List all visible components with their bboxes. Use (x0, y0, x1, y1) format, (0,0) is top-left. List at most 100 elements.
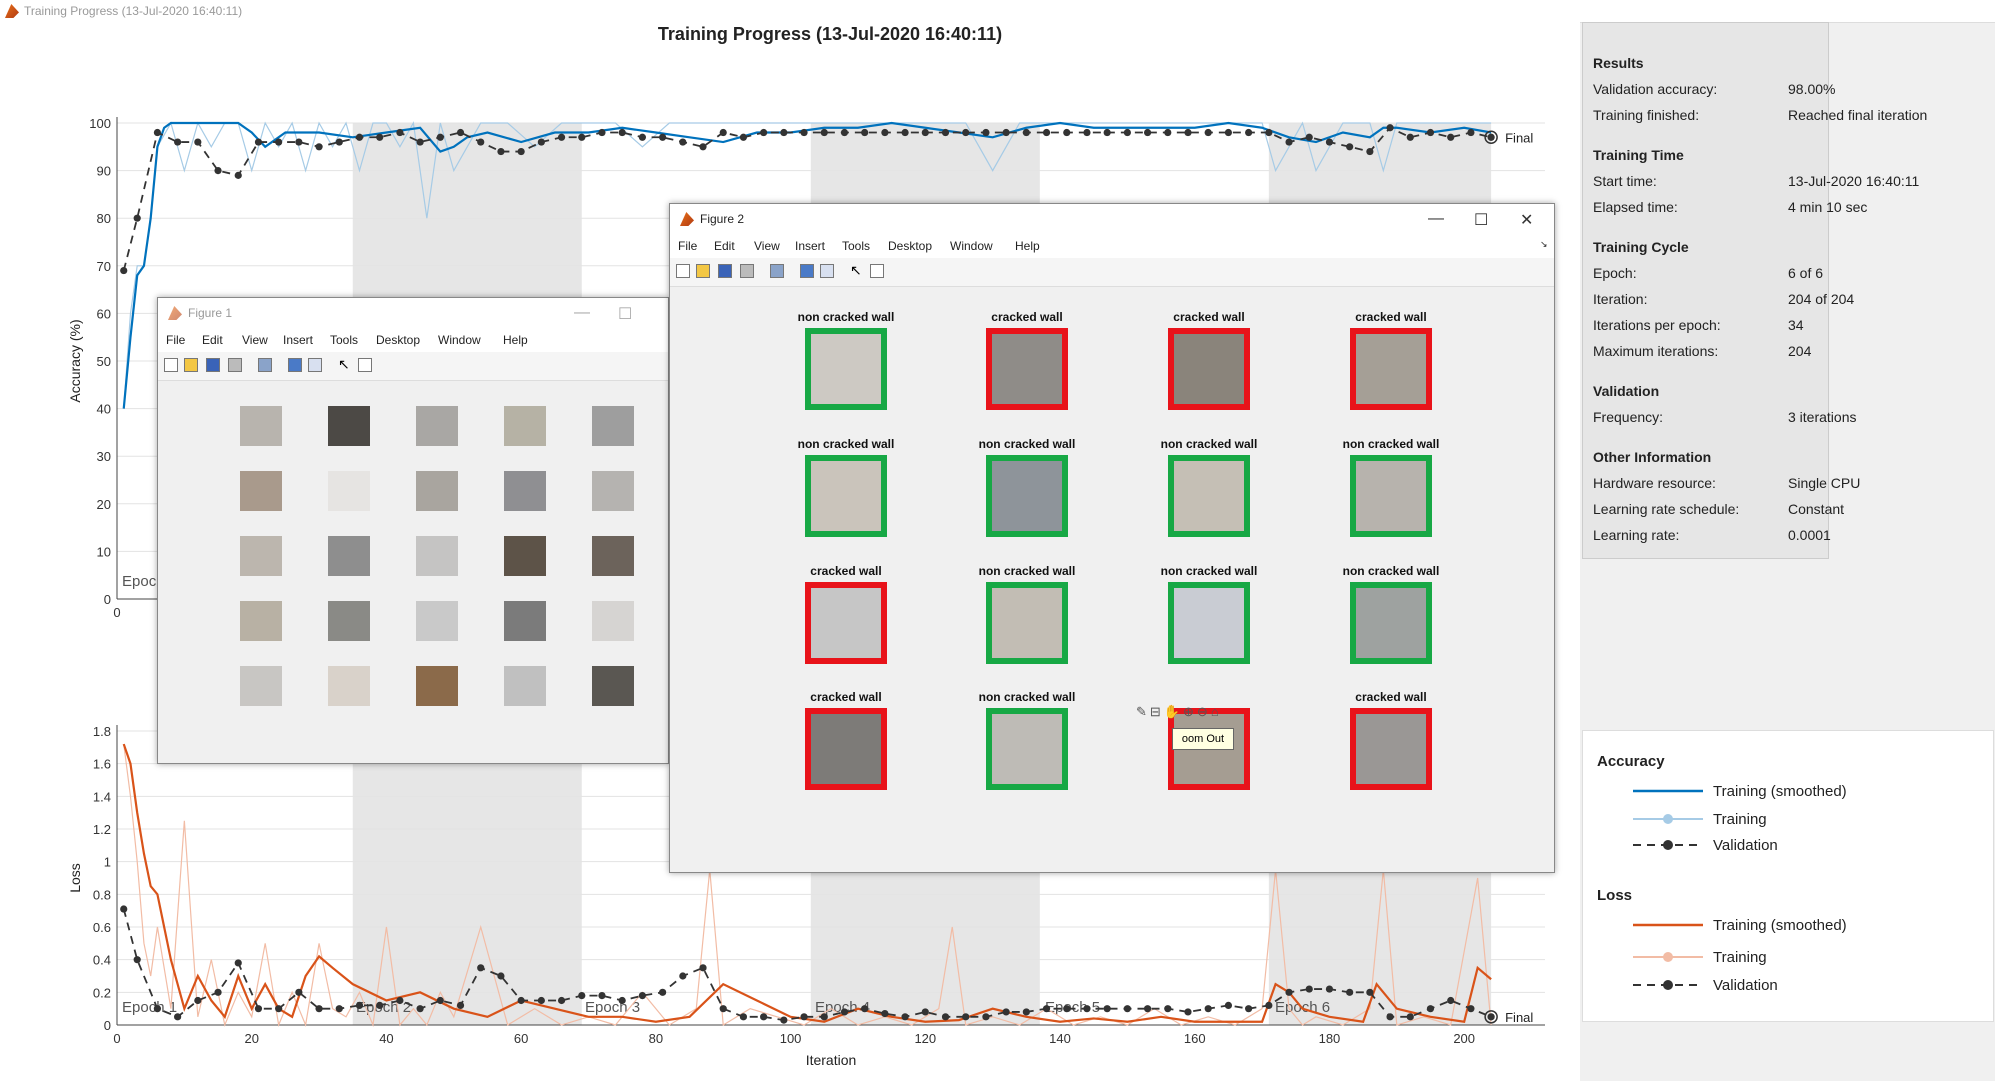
x-tick-label: 180 (1319, 1031, 1341, 1046)
menu-help[interactable]: Help (1015, 239, 1040, 253)
menu-file[interactable]: File (166, 333, 185, 347)
menu-view[interactable]: View (754, 239, 780, 253)
minimize-icon[interactable]: — (574, 304, 590, 322)
maximize-icon[interactable]: ☐ (618, 304, 632, 324)
plot-title: Training Progress (13-Jul-2020 16:40:11) (657, 24, 1003, 44)
close-icon[interactable]: ✕ (1520, 210, 1533, 230)
wall-image (992, 588, 1062, 658)
validation-point (153, 128, 162, 137)
legend-icon[interactable] (308, 358, 322, 372)
property-editor-icon[interactable] (870, 264, 884, 278)
validation-point (1366, 988, 1374, 996)
legend-swatch-acc-validation-marker (1663, 840, 1673, 850)
validation-point (315, 1005, 323, 1013)
menu-insert[interactable]: Insert (283, 333, 313, 347)
training-time-heading: Training Time (1593, 147, 1684, 163)
validation-point (800, 1013, 808, 1021)
validation-point (120, 266, 128, 275)
validation-point (477, 138, 485, 146)
new-figure-icon[interactable] (676, 264, 690, 278)
colorbar-icon[interactable] (288, 358, 302, 372)
validation-point (436, 996, 444, 1005)
validation-point (719, 128, 727, 137)
open-file-icon[interactable] (696, 264, 710, 278)
legend-loss-heading: Loss (1597, 887, 1633, 904)
validation-point (335, 1005, 343, 1013)
save-icon[interactable] (718, 264, 732, 278)
menu-help[interactable]: Help (503, 333, 528, 347)
info-key: Learning rate schedule: (1593, 501, 1740, 517)
figure2-title: Figure 2 (700, 212, 745, 226)
x-tick-label: 200 (1453, 1031, 1475, 1046)
menu-edit[interactable]: Edit (202, 333, 223, 347)
validation-point (921, 128, 929, 137)
dock-arrow-icon[interactable]: ↘ (1540, 239, 1548, 250)
menu-view[interactable]: View (242, 333, 268, 347)
link-plot-icon[interactable] (258, 358, 272, 372)
zoom-in-icon[interactable]: ⊕ (1183, 704, 1197, 719)
y-tick-label: 1.4 (93, 789, 111, 804)
figure1-window[interactable]: Figure 1 — ☐ File Edit View Insert Tools… (157, 297, 669, 764)
link-plot-icon[interactable] (770, 264, 784, 278)
validation-point (133, 214, 141, 222)
prediction-tile (986, 582, 1068, 664)
figure1-titlebar[interactable]: Figure 1 — ☐ (158, 298, 668, 328)
new-figure-icon[interactable] (164, 358, 178, 372)
menu-desktop[interactable]: Desktop (376, 333, 420, 347)
open-file-icon[interactable] (184, 358, 198, 372)
pointer-icon[interactable]: ↖ (338, 357, 352, 372)
legend-swatch-loss-training-marker (1663, 952, 1673, 962)
y-tick-label: 1.2 (93, 822, 111, 837)
menu-tools[interactable]: Tools (330, 333, 358, 347)
validation-point (760, 128, 768, 137)
wall-image (1174, 461, 1244, 531)
validation-point (820, 1013, 828, 1021)
datatip-icon[interactable]: ⊟ (1150, 704, 1164, 719)
menu-tools[interactable]: Tools (842, 239, 870, 253)
validation-point (1305, 133, 1313, 141)
menu-window[interactable]: Window (438, 333, 481, 347)
maximize-icon[interactable]: ☐ (1474, 210, 1488, 230)
legend-icon[interactable] (820, 264, 834, 278)
menu-file[interactable]: File (678, 239, 697, 253)
validation-point (739, 1013, 748, 1021)
prediction-tile (805, 455, 887, 537)
menu-insert[interactable]: Insert (795, 239, 825, 253)
pointer-icon[interactable]: ↖ (850, 263, 864, 278)
menu-desktop[interactable]: Desktop (888, 239, 932, 253)
prediction-tile (1168, 328, 1250, 410)
validation-point (1002, 128, 1010, 137)
prediction-tile (1350, 455, 1432, 537)
minimize-icon[interactable]: — (1428, 210, 1444, 228)
brush-icon[interactable]: ✎ (1136, 704, 1150, 719)
legend-loss-swatches (1633, 923, 1703, 990)
prediction-label: cracked wall (810, 564, 882, 578)
validation-point (780, 1016, 788, 1024)
validation-point (557, 133, 566, 141)
validation-point (679, 972, 687, 980)
colorbar-icon[interactable] (800, 264, 814, 278)
dataset-thumbnail (240, 536, 282, 576)
save-icon[interactable] (206, 358, 220, 372)
property-editor-icon[interactable] (358, 358, 372, 372)
zoom-out-tooltip: oom Out (1172, 728, 1234, 750)
print-icon[interactable] (740, 264, 754, 278)
menu-edit[interactable]: Edit (714, 239, 735, 253)
pan-icon[interactable]: ✋ (1164, 704, 1183, 719)
figure2-window[interactable]: Figure 2 — ☐ ✕ File Edit View Insert Too… (669, 203, 1555, 873)
validation-point (153, 1005, 162, 1013)
dataset-thumbnail (416, 601, 458, 641)
validation-point (396, 128, 404, 137)
dataset-thumbnail (504, 406, 546, 446)
legend-accuracy-heading: Accuracy (1597, 753, 1665, 770)
legend-item: Validation (1713, 977, 1778, 994)
menu-window[interactable]: Window (950, 239, 993, 253)
figure2-titlebar[interactable]: Figure 2 — ☐ ✕ (670, 204, 1554, 234)
home-icon[interactable]: ⌂ (1211, 704, 1222, 719)
validation-point (537, 138, 545, 146)
zoom-out-icon[interactable]: ⊖ (1197, 704, 1211, 719)
info-value: 0.0001 (1788, 527, 1831, 543)
validation-point (962, 128, 970, 137)
validation-point (1406, 1013, 1414, 1021)
print-icon[interactable] (228, 358, 242, 372)
